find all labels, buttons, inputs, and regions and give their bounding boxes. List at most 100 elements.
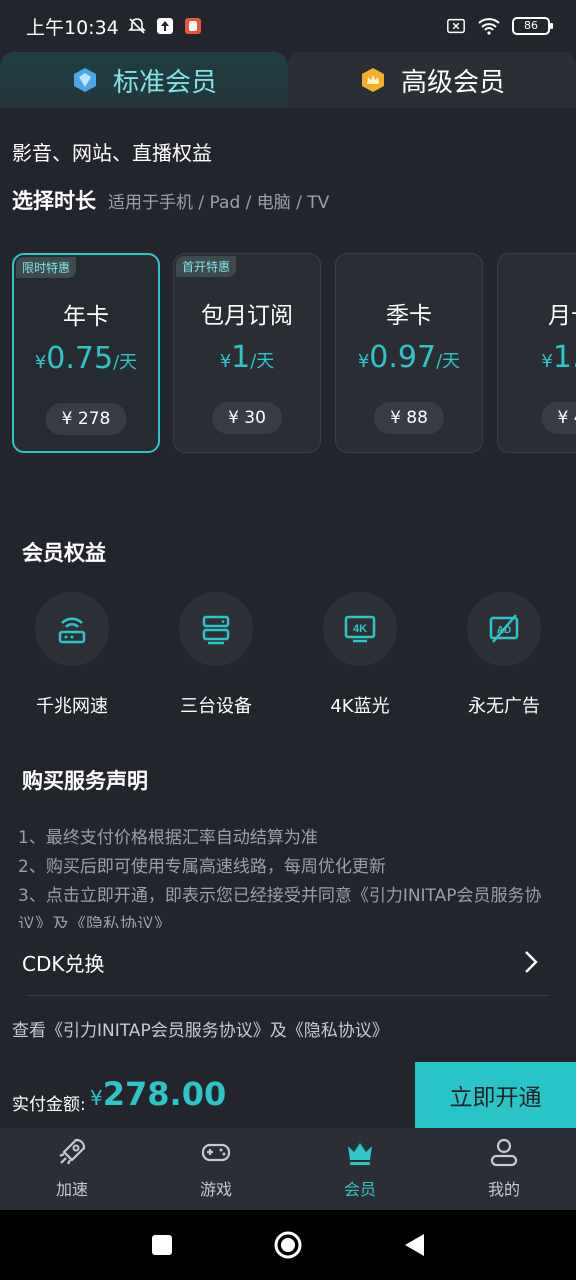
notice-line: 2、购买后即可使用专属高速线路，每周优化更新 (18, 857, 386, 877)
price-currency: ¥ (357, 351, 370, 372)
plan-total: ¥ 278 (45, 403, 127, 435)
plan-name: 季卡 (386, 303, 432, 329)
notice-line: 1、最终支付价格根据汇率自动结算为准 (18, 828, 318, 848)
agreement-link[interactable]: 查看《引力INITAP会员服务协议》及《隐私协议》 (12, 1016, 389, 1041)
devices-icon (202, 615, 230, 645)
tab-label: 高级会员 (400, 67, 505, 98)
benefit-label: 4K蓝光 (330, 696, 390, 717)
4k-tv-icon: 4K (344, 615, 376, 643)
back-button[interactable] (402, 1232, 426, 1258)
plan-total: ¥ 30 (212, 402, 282, 434)
no-sim-icon (447, 18, 465, 34)
benefit-label: 千兆网速 (36, 696, 108, 717)
nav-label: 加速 (55, 1180, 88, 1199)
purchase-notice-text: 1、最终支付价格根据汇率自动结算为准 2、购买后即可使用专属高速线路，每周优化更… (18, 824, 558, 928)
bottom-navigation: 加速 游戏 会员 我的 (0, 1128, 576, 1210)
purchase-notice-title: 购买服务声明 (22, 769, 148, 793)
payment-bar: 实付金额: ¥278.00 立即开通 (0, 1062, 576, 1128)
benefits-list: 千兆网速 三台设备 4K 4K蓝光 AD (0, 592, 576, 718)
nav-item-membership[interactable]: 会员 (288, 1128, 432, 1210)
status-time: 上午10:34 (26, 16, 119, 39)
duration-note: 适用于手机 / Pad / 电脑 / TV (108, 193, 330, 213)
nav-item-accelerate[interactable]: 加速 (0, 1128, 144, 1210)
chevron-right-icon (525, 951, 538, 973)
plan-total: ¥ 4 (541, 402, 576, 434)
divider (28, 995, 548, 996)
nav-label: 会员 (343, 1180, 376, 1199)
plan-card-monthly[interactable]: 月卡 ¥1.3 ¥ 4 (497, 253, 576, 453)
plan-price: ¥1/天 (174, 340, 320, 375)
cdk-label: CDK兑换 (22, 951, 105, 976)
plan-badge: 限时特惠 (16, 257, 77, 278)
plan-price: ¥0.97/天 (336, 340, 482, 375)
price-value: 1 (231, 340, 251, 375)
wifi-icon (478, 18, 500, 35)
plan-price: ¥1.3 (498, 340, 576, 375)
tab-premium[interactable]: 高级会员 (288, 52, 576, 108)
price-currency: ¥ (541, 351, 553, 372)
plan-card-monthly-subscription[interactable]: 首开特惠 包月订阅 ¥1/天 ¥ 30 (173, 253, 321, 453)
plan-card-quarterly[interactable]: 季卡 ¥0.97/天 ¥ 88 (335, 253, 483, 453)
nav-item-games[interactable]: 游戏 (144, 1128, 288, 1210)
duration-header: 选择时长 适用于手机 / Pad / 电脑 / TV (12, 185, 329, 215)
tab-label: 标准会员 (112, 67, 217, 98)
plan-name: 月卡 (548, 303, 576, 329)
payment-label: 实付金额: (12, 1095, 86, 1115)
user-icon (490, 1138, 518, 1167)
price-currency: ¥ (219, 351, 232, 372)
gamepad-icon (201, 1143, 231, 1162)
benefits-title: 会员权益 (22, 541, 106, 565)
price-unit: /天 (250, 351, 275, 372)
plan-list: 限时特惠 年卡 ¥0.75/天 ¥ 278 首开特惠 包月订阅 ¥1/天 ¥ 3… (12, 253, 576, 455)
price-currency: ¥ (34, 352, 47, 373)
rocket-icon (59, 1138, 86, 1165)
benefit-label: 永无广告 (468, 696, 540, 717)
amount-value: 278.00 (102, 1075, 227, 1113)
router-icon (58, 617, 86, 644)
benefit-item: 4K 4K蓝光 (288, 592, 432, 718)
price-value: 0.75 (46, 341, 114, 376)
notice-line: 3、点击立即开通，即表示您已经接受并同意《引力INITAP会员服务协议》及《隐私… (18, 886, 542, 928)
duration-title: 选择时长 (12, 189, 96, 213)
upload-icon (156, 18, 173, 34)
plan-price: ¥0.75/天 (14, 341, 158, 376)
benefit-item: 三台设备 (144, 592, 288, 718)
membership-tabs: 标准会员 高级会员 (0, 52, 576, 108)
benefit-item: 千兆网速 (0, 592, 144, 718)
price-value: 0.97 (369, 340, 437, 375)
membership-subtitle: 影音、网站、直播权益 (12, 141, 212, 165)
benefit-icon-circle: AD (467, 592, 541, 666)
plan-badge: 首开特惠 (176, 256, 237, 277)
benefit-icon-circle: 4K (323, 592, 397, 666)
crown-icon (348, 1143, 372, 1165)
app-notification-icon (184, 18, 201, 34)
recents-button[interactable] (150, 1233, 174, 1257)
battery-indicator: 86 (512, 17, 553, 35)
plan-card-annual[interactable]: 限时特惠 年卡 ¥0.75/天 ¥ 278 (12, 253, 160, 453)
benefit-icon-circle (179, 592, 253, 666)
cdk-redeem-row[interactable]: CDK兑换 (22, 940, 538, 984)
nav-item-profile[interactable]: 我的 (432, 1128, 576, 1210)
gold-crown-icon (361, 68, 384, 92)
benefit-icon-circle (35, 592, 109, 666)
status-bar: 上午10:34 86 (0, 0, 576, 52)
no-ad-icon: AD (489, 614, 519, 643)
payment-amount: ¥278.00 (90, 1075, 226, 1113)
system-navigation-bar (0, 1210, 576, 1280)
plan-name: 包月订阅 (201, 303, 293, 329)
nav-label: 游戏 (199, 1180, 232, 1199)
tab-standard[interactable]: 标准会员 (0, 52, 288, 108)
plan-name: 年卡 (63, 304, 109, 330)
price-unit: /天 (113, 352, 138, 373)
svg-text:4K: 4K (353, 623, 367, 635)
price-value: 1.3 (552, 340, 576, 375)
amount-currency: ¥ (90, 1086, 103, 1110)
diamond-icon (73, 68, 96, 92)
plan-total: ¥ 88 (374, 402, 444, 434)
benefit-item: AD 永无广告 (432, 592, 576, 718)
mute-bell-icon (127, 18, 146, 34)
home-button[interactable] (273, 1230, 303, 1260)
benefit-label: 三台设备 (180, 696, 252, 717)
nav-label: 我的 (487, 1180, 520, 1199)
activate-button[interactable]: 立即开通 (415, 1062, 576, 1128)
